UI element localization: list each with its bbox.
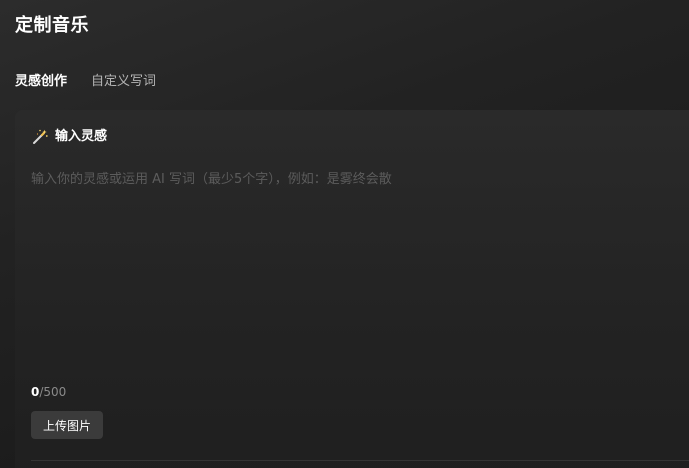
page-title: 定制音乐	[15, 15, 89, 36]
magic-wand-icon	[32, 129, 48, 145]
mode-tabs: 灵感创作 自定义写词	[15, 73, 156, 91]
inspiration-panel-header: 输入灵感	[32, 128, 107, 146]
inspiration-panel: 输入灵感 0/500 上传图片	[15, 110, 689, 468]
upload-image-button[interactable]: 上传图片	[31, 411, 104, 439]
char-count-max: 500	[43, 385, 67, 399]
inspiration-panel-title: 输入灵感	[55, 129, 108, 144]
tab-custom-lyrics[interactable]: 自定义写词	[91, 73, 156, 91]
tab-inspiration[interactable]: 灵感创作	[15, 73, 67, 91]
panel-divider	[31, 460, 689, 461]
char-counter: 0/500	[31, 384, 66, 400]
inspiration-input[interactable]	[31, 170, 661, 370]
